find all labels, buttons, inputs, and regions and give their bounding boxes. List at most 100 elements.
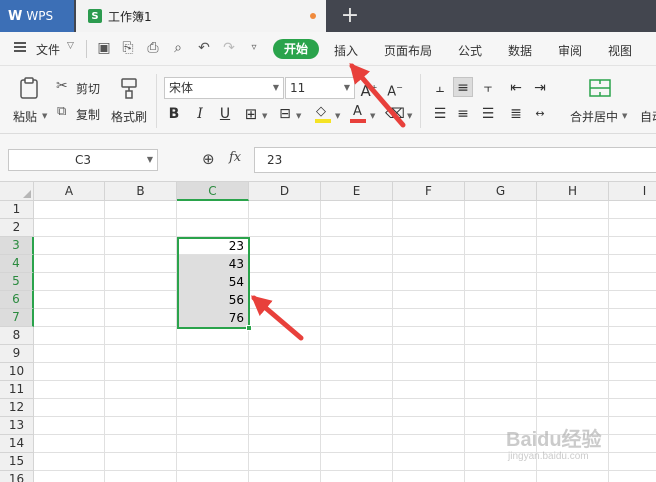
row-header-13[interactable]: 13 — [0, 417, 34, 435]
file-menu[interactable]: 文件 — [36, 41, 60, 58]
font-color-button[interactable]: A — [348, 104, 368, 124]
copy-button[interactable]: ⧉ 复制 — [56, 104, 106, 122]
grid-row-line — [34, 218, 656, 219]
row-header-6[interactable]: 6 — [0, 291, 34, 309]
column-header-b[interactable]: B — [105, 182, 177, 201]
undo-icon[interactable]: ↶ — [196, 40, 212, 56]
row-header-12[interactable]: 12 — [0, 399, 34, 417]
fx-icon[interactable]: fx — [229, 150, 241, 165]
grid-column-line — [464, 201, 465, 482]
indent-increase-icon[interactable]: ⇥ — [530, 78, 550, 98]
font-size-select[interactable]: 11 ▼ — [285, 77, 355, 99]
row-header-15[interactable]: 15 — [0, 453, 34, 471]
row-header-2[interactable]: 2 — [0, 219, 34, 237]
column-header-i[interactable]: I — [609, 182, 656, 201]
fill-handle[interactable] — [246, 325, 252, 331]
chevron-down-icon[interactable]: ▼ — [370, 112, 375, 120]
column-header-c[interactable]: C — [177, 182, 249, 201]
italic-icon[interactable]: I — [190, 104, 210, 124]
grid-row-line — [34, 236, 656, 237]
tab-page-layout[interactable]: 页面布局 — [384, 42, 432, 59]
row-header-4[interactable]: 4 — [0, 255, 34, 273]
grid-column-line — [392, 201, 393, 482]
column-header-d[interactable]: D — [249, 182, 321, 201]
align-left-icon[interactable]: ☰ — [430, 104, 450, 124]
scissors-icon: ✂ — [56, 78, 68, 94]
name-box[interactable]: C3 ▼ — [8, 149, 158, 171]
spreadsheet-grid[interactable]: ABCDEFGHI 1 2 3 4 5 6 7 8 9 10 11 12 13 14 15 16 23 43 54… — [0, 182, 656, 482]
paste-button[interactable]: 粘贴 ▼ — [10, 74, 48, 130]
grid-column-line — [536, 201, 537, 482]
column-header-e[interactable]: E — [321, 182, 393, 201]
wps-home-tab[interactable]: W WPS — [0, 0, 74, 32]
grid-row-line — [34, 398, 656, 399]
cell-style-icon[interactable]: ⊟ — [275, 104, 295, 124]
clipboard-icon — [20, 77, 38, 99]
row-header-8[interactable]: 8 — [0, 327, 34, 345]
print-icon[interactable]: ⎙ — [145, 40, 161, 56]
align-bottom-icon[interactable]: ⫟ — [478, 78, 498, 98]
tab-insert[interactable]: 插入 — [334, 42, 358, 59]
row-header-10[interactable]: 10 — [0, 363, 34, 381]
fill-color-button[interactable]: ◇ — [313, 104, 333, 124]
tab-review[interactable]: 审阅 — [558, 42, 582, 59]
column-header-h[interactable]: H — [537, 182, 609, 201]
decrease-font-icon[interactable]: A− — [385, 78, 405, 99]
tab-data[interactable]: 数据 — [508, 42, 532, 59]
save-icon[interactable]: ▣ — [96, 40, 112, 56]
tab-view[interactable]: 视图 — [608, 42, 632, 59]
document-tab[interactable]: S 工作簿1 — [76, 0, 326, 32]
borders-icon[interactable]: ⊞ — [241, 104, 261, 124]
column-header-f[interactable]: F — [393, 182, 465, 201]
print-preview-icon[interactable]: ⌕ — [170, 40, 186, 56]
row-header-5[interactable]: 5 — [0, 273, 34, 291]
chevron-down-icon[interactable]: ▼ — [407, 112, 412, 120]
row-header-3[interactable]: 3 — [0, 237, 34, 255]
chevron-down-icon[interactable]: ▼ — [335, 112, 340, 120]
formula-input[interactable]: 23 — [254, 147, 656, 173]
eraser-icon[interactable]: ⌫ — [385, 104, 405, 124]
row-header-11[interactable]: 11 — [0, 381, 34, 399]
merge-center-label: 合并居中 — [570, 110, 619, 124]
font-name-select[interactable]: 宋体 ▼ — [164, 77, 284, 99]
row-header-16[interactable]: 16 — [0, 471, 34, 482]
indent-decrease-icon[interactable]: ⇤ — [506, 78, 526, 98]
tab-formulas[interactable]: 公式 — [458, 42, 482, 59]
grid-row-line — [34, 326, 656, 327]
align-top-icon[interactable]: ⫠ — [430, 78, 450, 98]
customize-dropdown-icon[interactable]: ▿ — [246, 40, 262, 56]
row-header-9[interactable]: 9 — [0, 345, 34, 363]
justify-icon[interactable]: ≣ — [506, 104, 526, 124]
menu-bar: 文件 ▽ ▣ ⎘ ⎙ ⌕ ↶ ↷ ▿ 开始 插入 页面布局 公式 数据 审阅 视… — [0, 32, 656, 66]
cut-button[interactable]: ✂ 剪切 — [56, 78, 106, 96]
select-all-corner[interactable] — [0, 182, 34, 201]
align-center-icon[interactable]: ≡ — [453, 104, 473, 124]
distribute-icon[interactable]: ↔ — [530, 104, 550, 124]
auto-wrap-button[interactable]: 自动 — [634, 74, 656, 130]
export-icon[interactable]: ⎘ — [120, 40, 136, 56]
zoom-icon[interactable]: ⊕ — [202, 150, 215, 168]
chevron-down-icon[interactable]: ▼ — [262, 112, 267, 120]
grid-column-line — [104, 201, 105, 482]
increase-font-icon[interactable]: A+ — [359, 78, 379, 100]
column-header-a[interactable]: A — [34, 182, 105, 201]
auto-wrap-label: 自动 — [640, 110, 656, 124]
align-middle-icon[interactable]: ≡ — [453, 77, 473, 97]
chevron-down-icon[interactable]: ▽ — [67, 41, 74, 51]
align-right-icon[interactable]: ☰ — [478, 104, 498, 124]
chevron-down-icon[interactable]: ▼ — [296, 112, 301, 120]
hamburger-icon[interactable] — [14, 42, 26, 52]
tab-home[interactable]: 开始 — [273, 39, 319, 59]
row-header-14[interactable]: 14 — [0, 435, 34, 453]
merge-center-button[interactable]: 合并居中 ▼ — [566, 74, 630, 130]
divider — [156, 74, 157, 128]
grid-row-line — [34, 308, 656, 309]
format-painter-button[interactable]: 格式刷 — [108, 74, 152, 130]
row-header-1[interactable]: 1 — [0, 201, 34, 219]
redo-icon[interactable]: ↷ — [221, 40, 237, 56]
row-header-7[interactable]: 7 — [0, 309, 34, 327]
bold-icon[interactable]: B — [164, 104, 184, 124]
column-header-g[interactable]: G — [465, 182, 537, 201]
new-tab-button[interactable]: + — [338, 4, 362, 28]
underline-icon[interactable]: U — [215, 104, 235, 124]
